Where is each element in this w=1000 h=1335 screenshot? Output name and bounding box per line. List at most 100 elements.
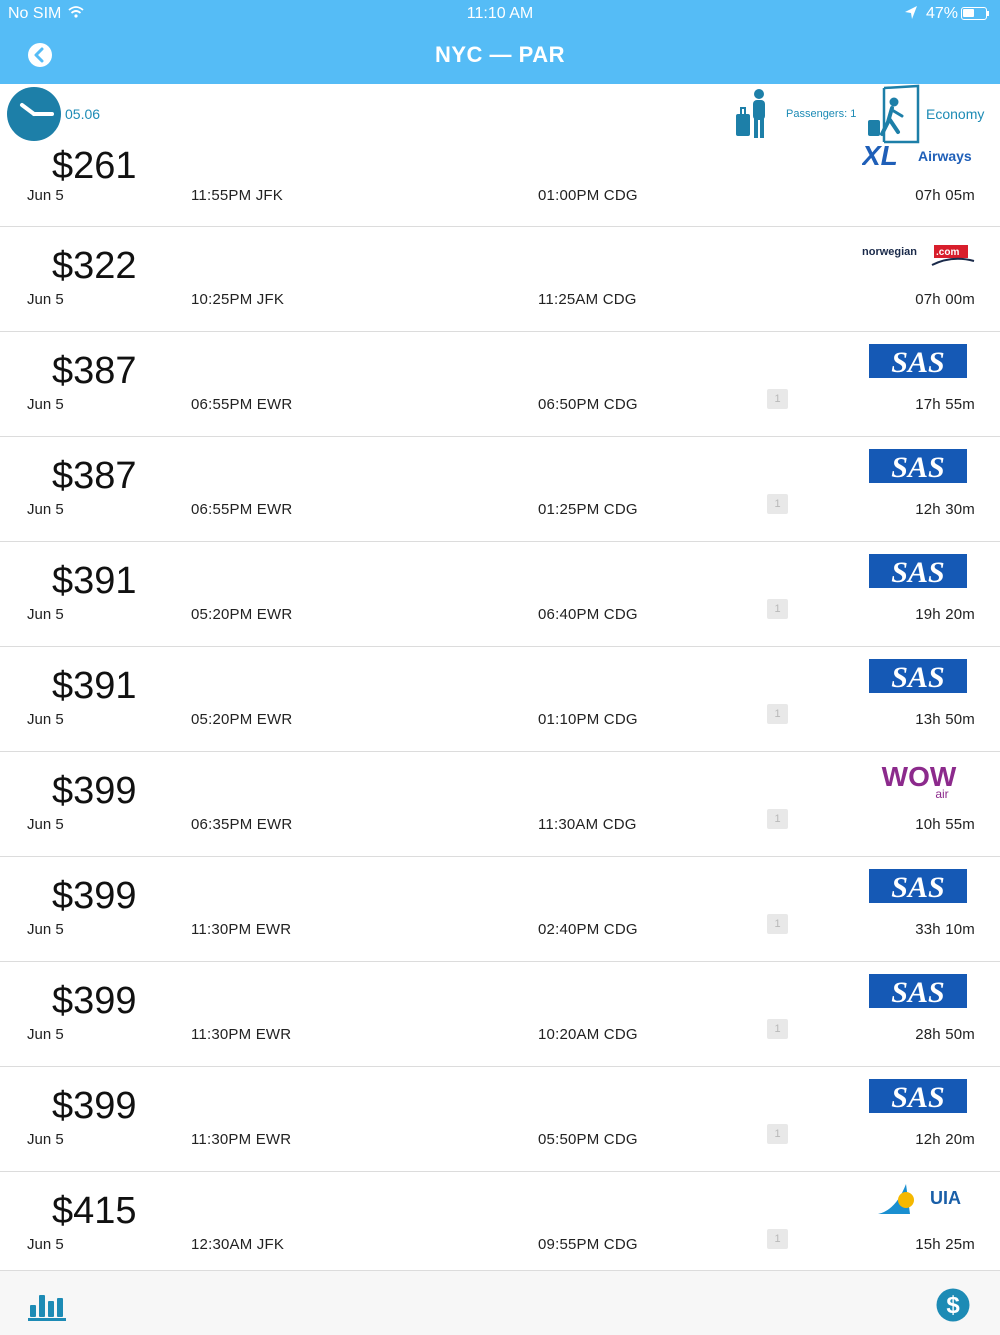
flight-date: Jun 5 [27,1026,64,1043]
svg-text:SAS: SAS [891,451,944,483]
flight-row[interactable]: $387 Jun 5 06:55PM EWR 06:50PM CDG 1 17h… [0,332,1000,437]
airline-logo: SAS [869,449,967,483]
airline-logo: WOW air [882,762,957,801]
route-title: NYC — PAR [435,42,565,67]
flight-date: Jun 5 [27,396,64,413]
stops-badge: 1 [767,1229,788,1249]
date-filter[interactable]: 05.06 [65,106,100,122]
flight-date: Jun 5 [27,711,64,728]
flight-price: $399 [52,770,137,812]
stops-badge: 1 [767,494,788,514]
flight-price: $415 [52,1190,137,1232]
flight-duration: 07h 00m [915,291,975,308]
flight-date: Jun 5 [27,816,64,833]
stops-badge: 1 [767,914,788,934]
stops-badge: 1 [767,1019,788,1039]
airline-logo: SAS [869,554,967,588]
flight-duration: 17h 55m [915,396,975,413]
status-bar: No SIM 11:10 AM 47% [0,0,1000,28]
departure-time: 12:30AM JFK [191,1236,285,1253]
dollar-icon[interactable]: $ [936,1288,970,1322]
flight-row[interactable]: $399 Jun 5 06:35PM EWR 11:30AM CDG 1 10h… [0,752,1000,857]
arrival-time: 02:40PM CDG [538,921,638,938]
filter-bar: 05.06 Passengers: 1 Economy [0,84,1000,146]
flight-row[interactable]: $399 Jun 5 11:30PM EWR 10:20AM CDG 1 28h… [0,962,1000,1067]
flight-price: $399 [52,1085,137,1127]
airline-logo: SAS [869,869,967,903]
svg-text:air: air [935,787,948,801]
flight-row[interactable]: $322 Jun 5 10:25PM JFK 11:25AM CDG 07h 0… [0,227,1000,332]
flight-duration: 07h 05m [915,187,975,204]
passengers-filter[interactable]: Passengers: 1 [786,108,856,120]
flight-price: $261 [52,145,137,187]
flight-row[interactable]: $391 Jun 5 05:20PM EWR 01:10PM CDG 1 13h… [0,647,1000,752]
clock-icon[interactable] [6,86,62,142]
cabin-class-filter[interactable]: Economy [926,106,984,122]
svg-text:SAS: SAS [891,346,944,378]
flight-price: $387 [52,350,137,392]
bar-chart-icon[interactable] [28,1289,66,1321]
svg-text:SAS: SAS [891,976,944,1008]
airline-logo: norwegian .com [862,245,975,266]
flight-price: $391 [52,665,137,707]
flight-date: Jun 5 [27,606,64,623]
stops-badge: 1 [767,599,788,619]
arrival-time: 05:50PM CDG [538,1131,638,1148]
flight-row[interactable]: $399 Jun 5 11:30PM EWR 02:40PM CDG 1 33h… [0,857,1000,962]
svg-text:SAS: SAS [891,661,944,693]
flight-duration: 15h 25m [915,1236,975,1253]
location-arrow-icon [905,6,917,19]
flight-date: Jun 5 [27,187,64,204]
flight-duration: 12h 30m [915,501,975,518]
flight-price: $399 [52,875,137,917]
flight-date: Jun 5 [27,1236,64,1253]
stops-badge: 1 [767,704,788,724]
battery-icon [961,7,989,20]
flight-duration: 10h 55m [915,816,975,833]
arrival-time: 10:20AM CDG [538,1026,638,1043]
flight-duration: 13h 50m [915,711,975,728]
flight-price: $391 [52,560,137,602]
svg-text:SAS: SAS [891,1081,944,1113]
flight-row[interactable]: $261 Jun 5 11:55PM JFK 01:00PM CDG 07h 0… [0,143,1000,227]
airline-logo: SAS [869,344,967,378]
battery-percent: 47% [926,5,959,22]
tab-bar: $ [0,1270,1000,1335]
departure-time: 05:20PM EWR [191,711,293,728]
stops-badge: 1 [767,1124,788,1144]
flight-row[interactable]: $391 Jun 5 05:20PM EWR 06:40PM CDG 1 19h… [0,542,1000,647]
airline-logo: SAS [869,974,967,1008]
svg-text:.com: .com [936,247,959,258]
flight-date: Jun 5 [27,1131,64,1148]
flight-row[interactable]: $415 Jun 5 12:30AM JFK 09:55PM CDG 1 15h… [0,1172,1000,1277]
flight-duration: 33h 10m [915,921,975,938]
departure-time: 10:25PM JFK [191,291,285,308]
svg-text:$: $ [946,1292,960,1319]
svg-text:SAS: SAS [891,556,944,588]
flight-row[interactable]: $387 Jun 5 06:55PM EWR 01:25PM CDG 1 12h… [0,437,1000,542]
stops-badge: 1 [767,809,788,829]
flight-duration: 28h 50m [915,1026,975,1043]
departure-time: 11:55PM JFK [191,187,283,204]
arrival-time: 11:25AM CDG [538,291,637,308]
departure-time: 06:35PM EWR [191,816,293,833]
nav-bar: NYC — PAR [0,28,1000,84]
airline-logo: SAS [869,1079,967,1113]
airline-logo: SAS [869,659,967,693]
passenger-icon[interactable] [733,88,773,140]
arrival-time: 06:50PM CDG [538,396,638,413]
flight-price: $399 [52,980,137,1022]
flight-duration: 19h 20m [915,606,975,623]
flight-price: $387 [52,455,137,497]
departure-time: 05:20PM EWR [191,606,293,623]
flight-row[interactable]: $399 Jun 5 11:30PM EWR 05:50PM CDG 1 12h… [0,1067,1000,1172]
flight-date: Jun 5 [27,501,64,518]
departure-time: 06:55PM EWR [191,501,293,518]
stops-badge: 1 [767,389,788,409]
flight-price: $322 [52,245,137,287]
economy-class-icon[interactable] [864,84,922,144]
flight-date: Jun 5 [27,921,64,938]
airline-logo: UIA [878,1184,961,1214]
flight-duration: 12h 20m [915,1131,975,1148]
departure-time: 11:30PM EWR [191,921,292,938]
